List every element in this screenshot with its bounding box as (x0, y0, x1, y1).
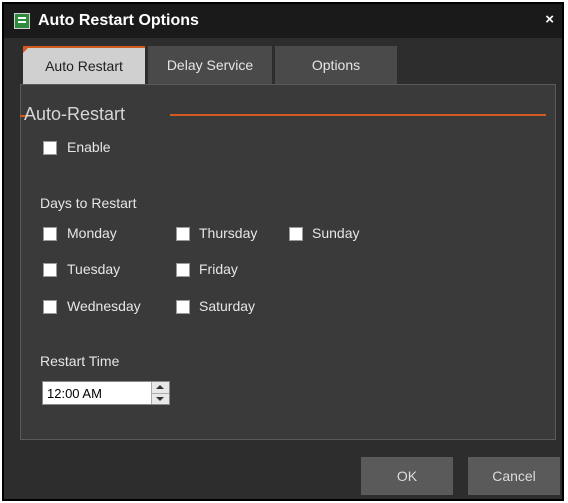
ok-button[interactable]: OK (361, 457, 453, 495)
wednesday-checkbox[interactable] (43, 300, 57, 314)
section-divider (170, 114, 546, 116)
tab-delay-service[interactable]: Delay Service (148, 46, 272, 84)
restart-time-input[interactable]: 12:00 AM (42, 381, 170, 405)
saturday-label: Saturday (199, 298, 256, 314)
monday-checkbox[interactable] (43, 227, 57, 241)
tab-options[interactable]: Options (275, 46, 397, 84)
wednesday-label: Wednesday (67, 298, 141, 314)
thursday-label: Thursday (199, 225, 258, 241)
tab-options-label: Options (311, 57, 361, 73)
monday-label: Monday (67, 225, 117, 241)
cancel-button[interactable]: Cancel (468, 457, 560, 495)
tuesday-label: Tuesday (67, 261, 121, 277)
app-icon (14, 13, 30, 29)
tuesday-checkbox[interactable] (43, 263, 57, 277)
time-spinner (151, 382, 169, 404)
restart-time-label: Restart Time (40, 353, 120, 369)
tab-delay-service-label: Delay Service (166, 57, 254, 73)
title-bar: Auto Restart Options × (4, 4, 562, 38)
active-tab-marker (23, 46, 30, 53)
saturday-checkbox[interactable] (176, 300, 190, 314)
spin-down-icon[interactable] (152, 393, 169, 405)
enable-checkbox[interactable] (43, 141, 57, 155)
days-to-restart-label: Days to Restart (40, 195, 137, 211)
tab-auto-restart[interactable]: Auto Restart (23, 46, 145, 84)
section-title: Auto-Restart (24, 104, 126, 124)
friday-label: Friday (199, 261, 238, 277)
tab-auto-restart-label: Auto Restart (45, 58, 123, 74)
close-icon[interactable]: × (545, 11, 554, 28)
thursday-checkbox[interactable] (176, 227, 190, 241)
friday-checkbox[interactable] (176, 263, 190, 277)
sunday-label: Sunday (312, 225, 360, 241)
sunday-checkbox[interactable] (289, 227, 303, 241)
restart-time-value: 12:00 AM (47, 386, 102, 401)
enable-label: Enable (67, 139, 111, 155)
window-title: Auto Restart Options (38, 12, 199, 29)
spin-up-icon[interactable] (152, 382, 169, 393)
